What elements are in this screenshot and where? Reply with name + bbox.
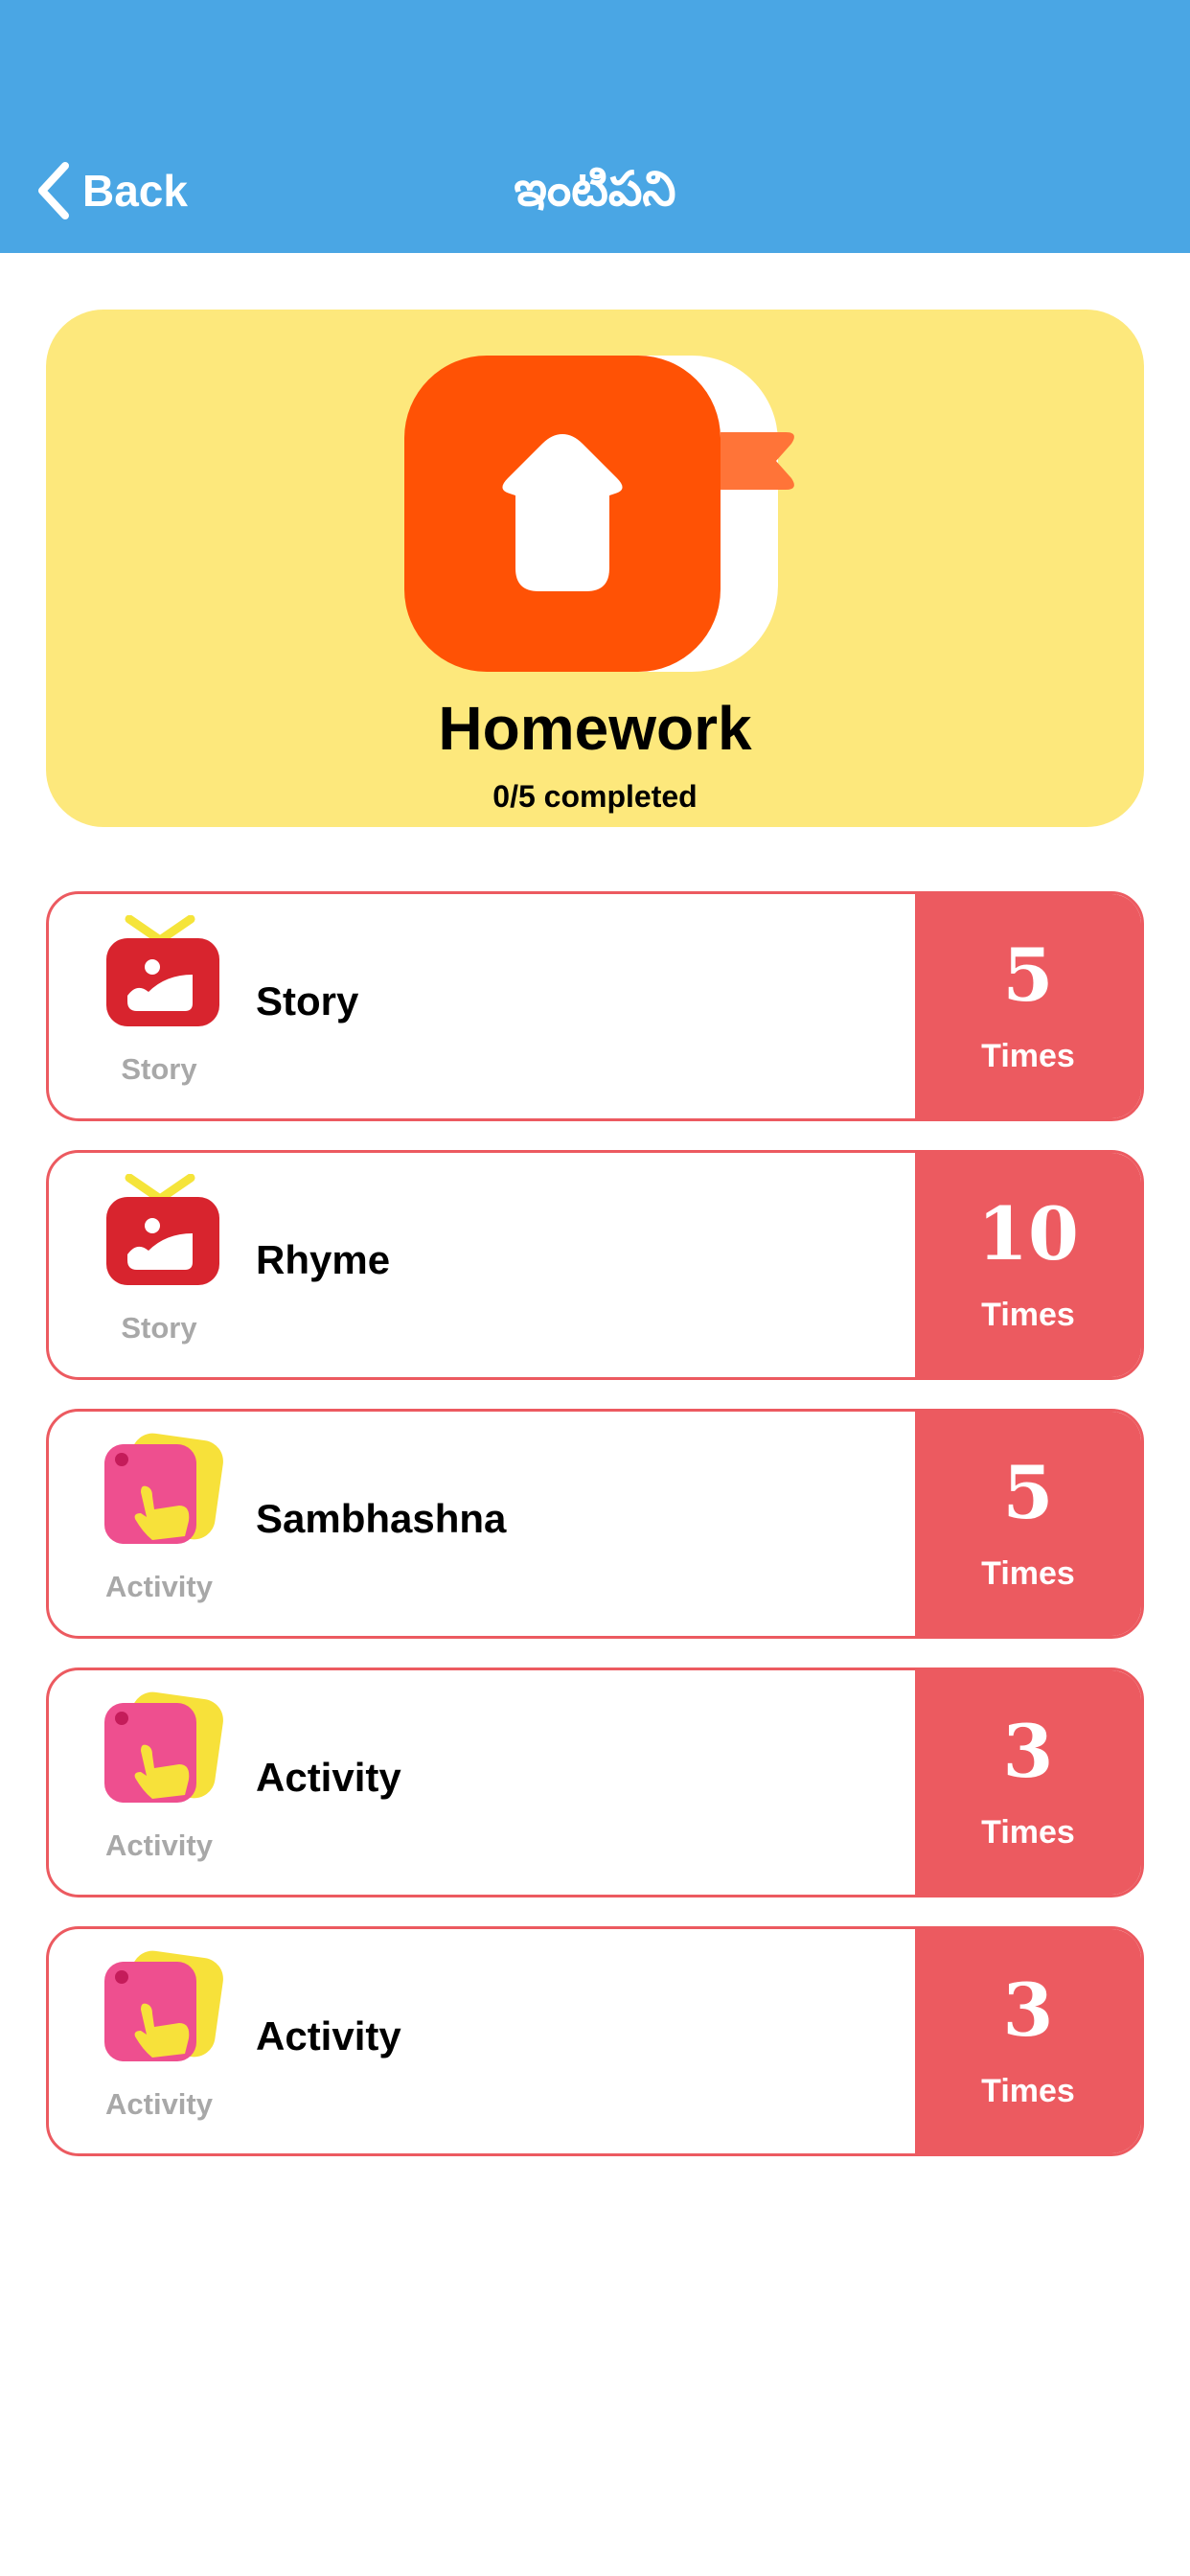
task-type-label: Activity: [105, 1828, 213, 1862]
task-card[interactable]: Activity Activity 3 Times: [46, 1668, 1144, 1898]
task-card[interactable]: Activity Sambhashna 5 Times: [46, 1409, 1144, 1639]
hero-title: Homework: [438, 694, 752, 763]
homework-house-icon: [404, 356, 794, 672]
completion-status: 0/5 completed: [492, 779, 698, 814]
task-count: 10: [977, 1191, 1079, 1276]
task-count-badge: 3 Times: [915, 1670, 1141, 1895]
activity-hand-icon: [104, 1950, 223, 2061]
task-title: Sambhashna: [256, 1496, 507, 1541]
task-type-label: Story: [121, 1052, 197, 1086]
activity-hand-icon: [104, 1433, 223, 1544]
task-count: 3: [1002, 1967, 1054, 2053]
task-card[interactable]: Activity Activity 3 Times: [46, 1926, 1144, 2156]
task-count-badge: 10 Times: [915, 1153, 1141, 1377]
task-title: Rhyme: [256, 1237, 391, 1282]
task-times-label: Times: [981, 1555, 1075, 1592]
task-times-label: Times: [981, 2073, 1075, 2109]
task-times-label: Times: [981, 1297, 1075, 1333]
story-tv-icon: [106, 1174, 219, 1285]
task-times-label: Times: [981, 1038, 1075, 1074]
task-count-badge: 5 Times: [915, 1412, 1141, 1636]
task-times-label: Times: [981, 1814, 1075, 1851]
task-count: 3: [1002, 1709, 1054, 1794]
task-card[interactable]: Story Story 5 Times: [46, 891, 1144, 1121]
story-tv-icon: [106, 915, 219, 1026]
task-title: Activity: [256, 2013, 401, 2058]
task-count-badge: 3 Times: [915, 1929, 1141, 2153]
task-type-label: Activity: [105, 1570, 213, 1603]
task-count: 5: [1002, 1450, 1054, 1535]
task-title: Story: [256, 978, 359, 1024]
activity-hand-icon: [104, 1691, 223, 1803]
task-type-label: Activity: [105, 2087, 213, 2121]
task-type-label: Story: [121, 1311, 197, 1345]
page-title: ఇంటిపని: [514, 161, 676, 217]
task-count: 5: [1002, 932, 1054, 1018]
header-bar: Back ఇంటిపని: [0, 0, 1190, 253]
task-title: Activity: [256, 1755, 401, 1800]
homework-summary-card: Homework 0/5 completed: [46, 310, 1144, 827]
task-count-badge: 5 Times: [915, 894, 1141, 1118]
task-card[interactable]: Story Rhyme 10 Times: [46, 1150, 1144, 1380]
